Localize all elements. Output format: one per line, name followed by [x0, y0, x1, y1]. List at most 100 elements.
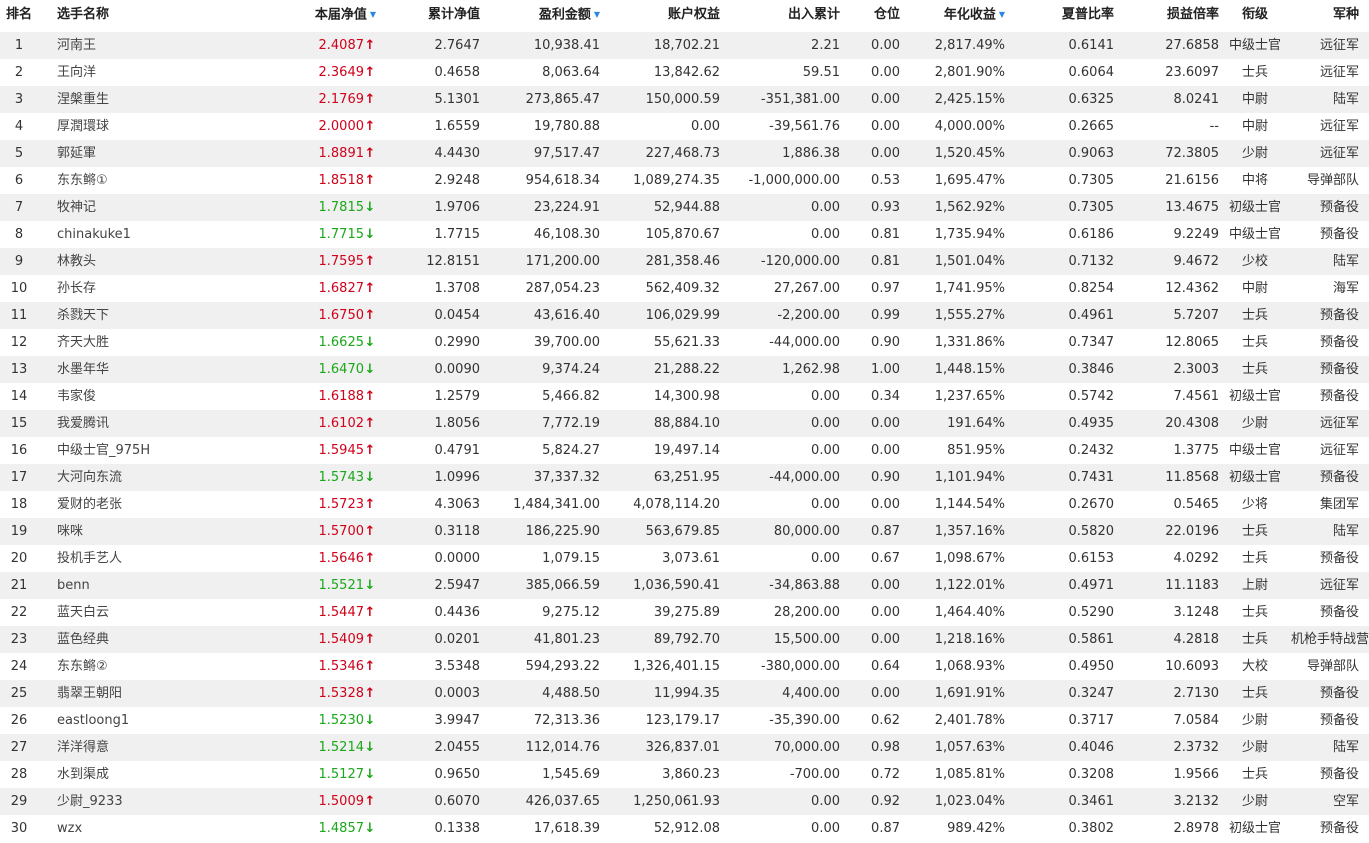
table-row[interactable]: 1 河南王 2.4087↑ 2.7647 10,938.41 18,702.21 2.21 0… — [0, 32, 1369, 59]
cell-pl-ratio: 2.8978 — [1173, 821, 1220, 836]
cell-name[interactable]: 孙长存 — [38, 275, 203, 302]
cell-annual: 1,464.40% — [934, 605, 1005, 620]
cell-cum-nav: 2.9248 — [434, 173, 481, 188]
cell-cum-nav: 0.4791 — [434, 443, 481, 458]
cell-position: 0.34 — [871, 389, 900, 404]
cell-name[interactable]: 少尉_9233 — [38, 788, 203, 815]
header-sharpe[interactable]: 夏普比率 — [1005, 0, 1114, 32]
cell-name[interactable]: 蓝色经典 — [38, 626, 203, 653]
table-row[interactable]: 24 东东鳉② 1.5346↑ 3.5348 594,293.22 1,326,401.1… — [0, 653, 1369, 680]
cell-flow: 0.00 — [811, 443, 840, 458]
cell-name[interactable]: 河南王 — [38, 32, 203, 59]
header-pl-ratio[interactable]: 损益倍率 — [1114, 0, 1219, 32]
cell-sharpe: 0.3846 — [1068, 362, 1115, 377]
table-row[interactable]: 16 中级士官_975H 1.5945↑ 0.4791 5,824.27 19,497.1… — [0, 437, 1369, 464]
table-row[interactable]: 13 水墨年华 1.6470↓ 0.0090 9,374.24 21,288.22 1,26… — [0, 356, 1369, 383]
table-row[interactable]: 19 咪咪 1.5700↑ 0.3118 186,225.90 563,679.85 80,… — [0, 518, 1369, 545]
cell-annual: 1,068.93% — [934, 659, 1005, 674]
cell-name[interactable]: 中级士官_975H — [38, 437, 203, 464]
table-row[interactable]: 4 厚潤環球 2.0000↑ 1.6559 19,780.88 0.00 -39,561.7… — [0, 113, 1369, 140]
cell-name[interactable]: 东东鳉① — [38, 167, 203, 194]
cell-name[interactable]: 蓝天白云 — [38, 599, 203, 626]
cell-name[interactable]: 杀戮天下 — [38, 302, 203, 329]
cell-equity: 326,837.01 — [645, 740, 720, 755]
header-name[interactable]: 选手名称 — [38, 0, 203, 32]
cell-name[interactable]: eastloong1 — [38, 707, 203, 734]
cell-name[interactable]: 涅槃重生 — [38, 86, 203, 113]
table-row[interactable]: 7 牧神记 1.7815↓ 1.9706 23,224.91 52,944.88 0.00 0… — [0, 194, 1369, 221]
cell-flow: -44,000.00 — [769, 335, 840, 350]
cell-branch: 预备役 — [1319, 605, 1359, 620]
cell-name[interactable]: 郭延軍 — [38, 140, 203, 167]
header-branch[interactable]: 军种 — [1291, 0, 1369, 32]
cell-annual: 1,562.92% — [934, 200, 1005, 215]
table-row[interactable]: 20 投机手艺人 1.5646↑ 0.0000 1,079.15 3,073.61 0.00… — [0, 545, 1369, 572]
cell-name[interactable]: benn — [38, 572, 203, 599]
cell-name[interactable]: 东东鳉② — [38, 653, 203, 680]
cell-flow: -44,000.00 — [769, 470, 840, 485]
header-nav[interactable]: 本届净值 ▼ — [203, 0, 376, 32]
table-row[interactable]: 23 蓝色经典 1.5409↑ 0.0201 41,801.23 89,792.70 15,… — [0, 626, 1369, 653]
table-row[interactable]: 14 韦家俊 1.6188↑ 1.2579 5,466.82 14,300.98 0.00 0… — [0, 383, 1369, 410]
cell-name[interactable]: 厚潤環球 — [38, 113, 203, 140]
table-row[interactable]: 25 翡翠王朝阳 1.5328↑ 0.0003 4,488.50 11,994.35 4,4… — [0, 680, 1369, 707]
table-row[interactable]: 15 我爱腾讯 1.6102↑ 1.8056 7,772.19 88,884.10 0.00… — [0, 410, 1369, 437]
header-rank[interactable]: 排名 — [0, 0, 38, 32]
header-flow[interactable]: 出入累计 — [720, 0, 840, 32]
cell-name[interactable]: 齐天大胜 — [38, 329, 203, 356]
table-row[interactable]: 26 eastloong1 1.5230↓ 3.9947 72,313.36 123,17… — [0, 707, 1369, 734]
cell-title: 中级士官 — [1228, 38, 1281, 53]
table-row[interactable]: 29 少尉_9233 1.5009↑ 0.6070 426,037.65 1,250,06… — [0, 788, 1369, 815]
cell-name[interactable]: 咪咪 — [38, 518, 203, 545]
cell-annual: 1,555.27% — [934, 308, 1005, 323]
table-row[interactable]: 21 benn 1.5521↓ 2.5947 385,066.59 1,036,590.4… — [0, 572, 1369, 599]
cell-name[interactable]: 我爱腾讯 — [38, 410, 203, 437]
table-row[interactable]: 12 齐天大胜 1.6625↓ 0.2990 39,700.00 55,621.33 -44… — [0, 329, 1369, 356]
cell-sharpe: 0.5742 — [1068, 389, 1115, 404]
table-row[interactable]: 3 涅槃重生 2.1769↑ 5.1301 273,865.47 150,000.59 -3… — [0, 86, 1369, 113]
header-equity[interactable]: 账户权益 — [600, 0, 720, 32]
header-cum-nav[interactable]: 累计净值 — [376, 0, 480, 32]
header-position[interactable]: 仓位 — [840, 0, 900, 32]
cell-name[interactable]: 水到渠成 — [38, 761, 203, 788]
cell-nav-value: 1.5009 — [318, 794, 365, 809]
table-row[interactable]: 6 东东鳉① 1.8518↑ 2.9248 954,618.34 1,089,274.35… — [0, 167, 1369, 194]
ranking-table: 排名 选手名称 本届净值 ▼ 累计净值 盈利金额 ▼ 账户权益 出入累计 仓位 年化… — [0, 0, 1369, 842]
table-row[interactable]: 18 爱财的老张 1.5723↑ 4.3063 1,484,341.00 4,078,11… — [0, 491, 1369, 518]
header-profit[interactable]: 盈利金额 ▼ — [480, 0, 600, 32]
cell-name[interactable]: 投机手艺人 — [38, 545, 203, 572]
cell-position: 0.87 — [871, 524, 900, 539]
table-row[interactable]: 9 林教头 1.7595↑ 12.8151 171,200.00 281,358.46 -1… — [0, 248, 1369, 275]
cell-name[interactable]: 大河向东流 — [38, 464, 203, 491]
table-row[interactable]: 30 wzx 1.4857↓ 0.1338 17,618.39 52,912.08 0.00… — [0, 815, 1369, 842]
cell-name[interactable]: 王向洋 — [38, 59, 203, 86]
header-annual[interactable]: 年化收益 ▼ — [900, 0, 1005, 32]
cell-nav: 1.5945↑ — [203, 437, 376, 464]
cell-rank: 24 — [10, 659, 28, 674]
table-row[interactable]: 11 杀戮天下 1.6750↑ 0.0454 43,616.40 106,029.99 -2… — [0, 302, 1369, 329]
cell-flow: 2.21 — [811, 38, 840, 53]
cell-sharpe: 0.7305 — [1068, 200, 1115, 215]
cell-name[interactable]: 韦家俊 — [38, 383, 203, 410]
cell-name[interactable]: 牧神记 — [38, 194, 203, 221]
cell-name[interactable]: chinakuke1 — [38, 221, 203, 248]
cell-name[interactable]: 翡翠王朝阳 — [38, 680, 203, 707]
cell-name[interactable]: 林教头 — [38, 248, 203, 275]
cell-name[interactable]: 水墨年华 — [38, 356, 203, 383]
table-row[interactable]: 5 郭延軍 1.8891↑ 4.4430 97,517.47 227,468.73 1,88… — [0, 140, 1369, 167]
cell-name[interactable]: wzx — [38, 815, 203, 842]
table-row[interactable]: 2 王向洋 2.3649↑ 0.4658 8,063.64 13,842.62 59.51 0… — [0, 59, 1369, 86]
table-row[interactable]: 22 蓝天白云 1.5447↑ 0.4436 9,275.12 39,275.89 28,2… — [0, 599, 1369, 626]
table-row[interactable]: 27 洋洋得意 1.5214↓ 2.0455 112,014.76 326,837.01 7… — [0, 734, 1369, 761]
cell-pl-ratio: 9.2249 — [1173, 227, 1220, 242]
header-title[interactable]: 衔级 — [1219, 0, 1291, 32]
table-row[interactable]: 10 孙长存 1.6827↑ 1.3708 287,054.23 562,409.32 27… — [0, 275, 1369, 302]
cell-equity: 0.00 — [691, 119, 720, 134]
cell-name[interactable]: 洋洋得意 — [38, 734, 203, 761]
table-row[interactable]: 17 大河向东流 1.5743↓ 1.0996 37,337.32 63,251.95 -4… — [0, 464, 1369, 491]
table-header: 排名 选手名称 本届净值 ▼ 累计净值 盈利金额 ▼ 账户权益 出入累计 仓位 年化… — [0, 0, 1369, 32]
cell-profit: 37,337.32 — [533, 470, 600, 485]
table-row[interactable]: 8 chinakuke1 1.7715↓ 1.7715 46,108.30 105,870… — [0, 221, 1369, 248]
table-row[interactable]: 28 水到渠成 1.5127↓ 0.9650 1,545.69 3,860.23 -700.… — [0, 761, 1369, 788]
cell-name[interactable]: 爱财的老张 — [38, 491, 203, 518]
